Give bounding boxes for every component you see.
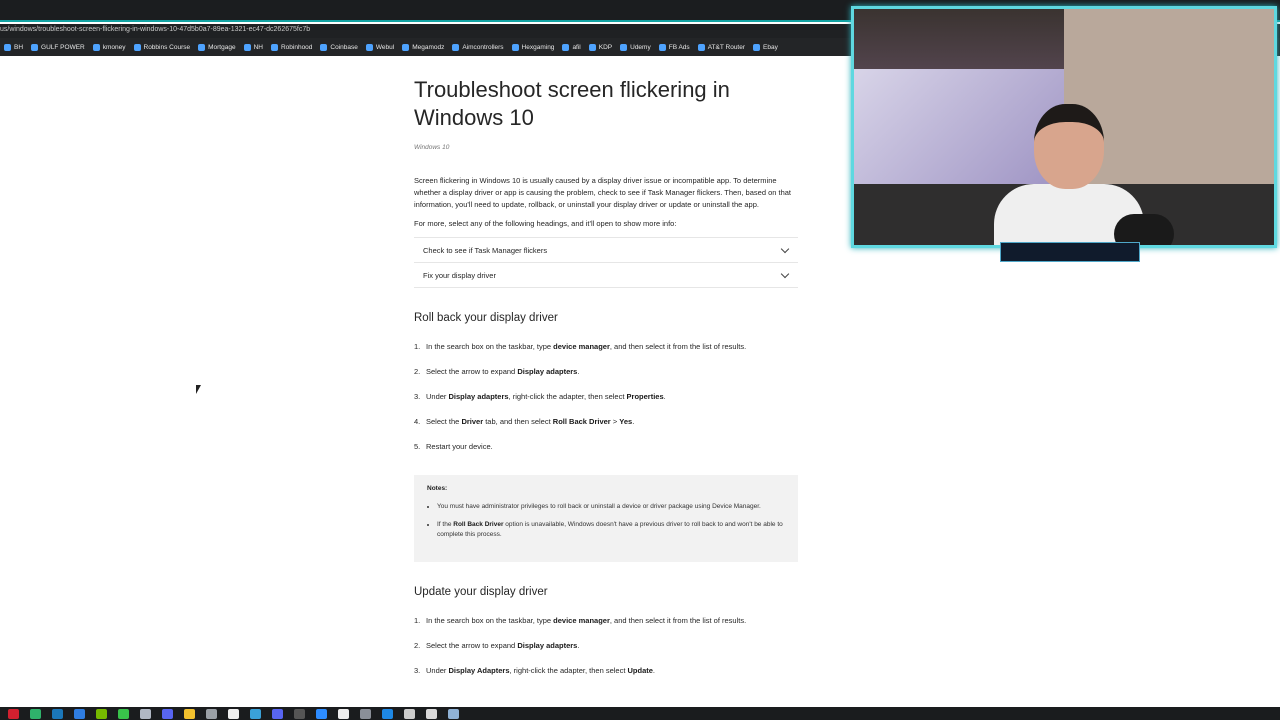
bookmark-item[interactable]: Aimcontrollers [452,43,504,51]
list-item: 3. Under Display Adapters, right-click th… [414,666,656,675]
xbox-icon[interactable] [338,708,349,719]
bookmark-icon [133,43,141,51]
list-item: 4. Select the Driver tab, and then select… [414,417,635,426]
bookmark-item[interactable]: BH [4,43,23,51]
bookmark-item[interactable]: Robinhood [270,43,312,51]
app-icon[interactable] [448,708,459,719]
bookmark-icon [270,43,278,51]
chevron-down-icon [780,269,790,278]
accordion-item-label: Fix your display driver [423,270,496,280]
taskbar [0,707,1280,720]
chrome-icon[interactable] [184,708,195,719]
bookmark-item[interactable]: Ebay [753,43,778,51]
applies-to: Windows 10 [414,144,450,151]
bookmark-item[interactable]: kmoney [92,43,126,51]
bookmark-icon [753,43,761,51]
page-title: Troubleshoot screen flickering in Window… [414,77,730,130]
bookmark-item[interactable]: GULF POWER [31,43,85,51]
webcam-frame-tab [1000,242,1140,262]
bookmark-icon [4,43,11,51]
bookmark-icon [92,43,100,51]
article: Troubleshoot screen flickering in Window… [414,76,798,691]
list-item: 1. In the search box on the taskbar, type… [414,616,747,625]
accordion-item-label: Check to see if Task Manager flickers [423,245,548,255]
accordion-item-fix-driver[interactable]: Fix your display driver [414,263,798,288]
app-icon[interactable] [250,708,261,719]
bookmark-icon [658,43,666,51]
url-text: us/windows/troubleshoot-screen-flickerin… [0,26,311,33]
nvidia-icon[interactable] [96,708,107,719]
mouse-cursor-icon [196,385,203,394]
bookmark-item[interactable]: KDP [588,43,612,51]
bookmark-icon [588,43,596,51]
list-item: 2. Select the arrow to expand Display ada… [414,641,580,650]
terminal-icon[interactable] [228,708,239,719]
list-item: 5. Restart your device. [414,442,493,451]
bookmark-item[interactable]: Robbins Course [133,43,190,51]
app-icon[interactable] [360,708,371,719]
bookmark-item[interactable]: Megamodz [402,43,444,51]
bookmark-item[interactable]: NH [243,43,263,51]
notes-title: Notes: [427,485,448,492]
bookmark-icon [402,43,410,51]
bookmark-item[interactable]: afil [562,43,581,51]
bookmark-icon [697,43,705,51]
bookmark-item[interactable]: Webul [365,43,394,51]
bookmark-item[interactable]: Mortgage [198,43,236,51]
rollback-heading: Roll back your display driver [414,312,558,324]
accordion-item-task-manager[interactable]: Check to see if Task Manager flickers [414,238,798,263]
app-icon[interactable] [294,708,305,719]
clock-icon[interactable] [206,708,217,719]
bookmark-item[interactable]: AT&T Router [697,43,745,51]
note-item: If the Roll Back Driver option is unavai… [437,520,785,540]
zoom-icon[interactable] [316,708,327,719]
greenshot-icon[interactable] [118,708,129,719]
more-info-text: For more, select any of the following he… [414,219,677,228]
bookmark-item[interactable]: Coinbase [320,43,358,51]
app-icon[interactable] [426,708,437,719]
bookmark-icon [452,43,460,51]
intro-paragraph: Screen flickering in Windows 10 is usual… [414,176,792,209]
notes-box: Notes: You must have administrator privi… [414,475,798,562]
accordion: Check to see if Task Manager flickers Fi… [414,237,798,288]
update-heading: Update your display driver [414,586,548,598]
chevron-down-icon [780,244,790,253]
note-item: You must have administrator privileges t… [437,502,785,512]
opera-icon[interactable] [8,708,19,719]
bookmark-item[interactable]: FB Ads [658,43,690,51]
list-item: 2. Select the arrow to expand Display ada… [414,367,580,376]
bookmark-icon [198,43,206,51]
discord-icon[interactable] [272,708,283,719]
bookmark-icon [31,43,39,51]
steam-icon[interactable] [52,708,63,719]
bookmark-icon [320,43,328,51]
list-item: 3. Under Display adapters, right-click th… [414,392,666,401]
discord-icon[interactable] [162,708,173,719]
app-green-icon[interactable] [30,708,41,719]
webcam-person [994,104,1174,245]
app-icon[interactable] [382,708,393,719]
update-steps: 1. In the search box on the taskbar, type… [414,616,798,691]
webcam-person-head [1034,104,1104,189]
bookmark-icon [365,43,373,51]
list-item: 1. In the search box on the taskbar, type… [414,342,747,351]
app-icon[interactable] [140,708,151,719]
webcam-overlay [851,6,1277,248]
app-icon[interactable] [404,708,415,719]
app-blue-icon[interactable] [74,708,85,719]
bookmark-item[interactable]: Udemy [620,43,651,51]
bookmark-icon [511,43,519,51]
bookmark-icon [243,43,251,51]
bookmark-item[interactable]: Hexgaming [511,43,554,51]
bookmark-icon [562,43,570,51]
bookmark-icon [620,43,628,51]
rollback-steps: 1. In the search box on the taskbar, type… [414,342,798,467]
